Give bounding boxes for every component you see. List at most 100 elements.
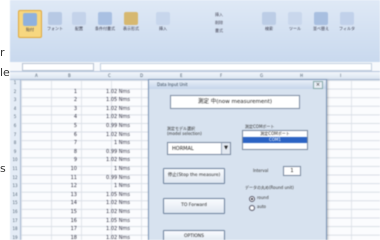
- table-cell[interactable]: 0.99 Nms: [90, 149, 130, 155]
- chevron-down-icon[interactable]: ▼: [221, 143, 230, 154]
- insert-button[interactable]: 挿入: [152, 10, 174, 36]
- tools-button[interactable]: ツール: [284, 10, 306, 36]
- sort-icon: [314, 12, 328, 25]
- table-cell[interactable]: 16: [55, 218, 77, 224]
- table-cell[interactable]: 5: [55, 123, 77, 129]
- find-button[interactable]: 検索: [258, 10, 280, 36]
- row-number[interactable]: 18: [10, 226, 20, 231]
- row-number[interactable]: 14: [10, 192, 20, 197]
- row-number[interactable]: 9: [10, 149, 20, 154]
- table-cell[interactable]: 7: [55, 140, 77, 146]
- table-cell[interactable]: 1.02 Nms: [90, 89, 130, 95]
- row-number[interactable]: 4: [10, 106, 20, 111]
- align-button[interactable]: 配置: [68, 10, 90, 36]
- radio-round[interactable]: [249, 196, 255, 202]
- table-cell[interactable]: 12: [55, 183, 77, 189]
- ribbon-format-item[interactable]: 書式: [215, 28, 223, 34]
- table-cell[interactable]: 11: [55, 175, 77, 181]
- table-cell[interactable]: 6: [55, 132, 77, 138]
- forward-button[interactable]: TO Forward: [163, 198, 225, 214]
- column-header-g[interactable]: G: [260, 73, 263, 78]
- row-number[interactable]: 5: [10, 114, 20, 119]
- table-cell[interactable]: 4: [55, 114, 77, 120]
- row-number[interactable]: 16: [10, 209, 20, 214]
- table-cell[interactable]: 18: [55, 235, 77, 240]
- font-button[interactable]: フォント: [44, 10, 66, 36]
- table-cell[interactable]: 1.02 Nms: [90, 114, 130, 120]
- conditional-format-button[interactable]: 条件付書式: [94, 10, 116, 36]
- interval-field[interactable]: 1: [283, 166, 301, 176]
- column-header-d[interactable]: D: [140, 73, 143, 78]
- close-button[interactable]: ×: [313, 81, 323, 89]
- list-item-selected[interactable]: COM1: [243, 137, 307, 143]
- table-cell[interactable]: 14: [55, 200, 77, 206]
- paste-button[interactable]: 貼付: [18, 10, 42, 38]
- table-cell[interactable]: 1 Nms: [90, 140, 130, 146]
- table-cell[interactable]: 1.02 Nms: [90, 200, 130, 206]
- column-header-c[interactable]: C: [108, 73, 111, 78]
- column-header-a[interactable]: A: [35, 73, 38, 78]
- measurement-status: 測定 中(now measurement): [170, 95, 300, 109]
- table-cell[interactable]: 8: [55, 149, 77, 155]
- row-number[interactable]: 6: [10, 123, 20, 128]
- table-cell[interactable]: 0.99 Nms: [90, 123, 130, 129]
- column-header-b[interactable]: B: [68, 73, 71, 78]
- row-number[interactable]: 19: [10, 235, 20, 240]
- table-cell[interactable]: 1.05 Nms: [90, 97, 130, 103]
- column-header-e[interactable]: E: [180, 73, 183, 78]
- formula-input[interactable]: [100, 63, 372, 71]
- filter-button[interactable]: フィルタ: [336, 10, 358, 36]
- number-format-button[interactable]: 表示形式: [120, 10, 142, 36]
- table-cell[interactable]: 1.02 Nms: [90, 132, 130, 138]
- table-cell[interactable]: 1.05 Nms: [90, 192, 130, 198]
- ribbon-insert-item[interactable]: 挿入: [215, 12, 223, 18]
- table-cell[interactable]: 2: [55, 97, 77, 103]
- row-number[interactable]: 3: [10, 97, 20, 102]
- table-cell[interactable]: 17: [55, 226, 77, 232]
- search-icon: [262, 12, 276, 25]
- side-text-2: le: [0, 66, 10, 79]
- column-header-h[interactable]: H: [300, 73, 303, 78]
- table-cell[interactable]: 1.05 Nms: [90, 218, 130, 224]
- font-icon: [48, 12, 62, 25]
- table-cell[interactable]: 1.02 Nms: [90, 106, 130, 112]
- row-number[interactable]: 10: [10, 157, 20, 162]
- model-select[interactable]: HORMAL ▼: [167, 142, 231, 155]
- stop-measure-button[interactable]: 停止(Stop the measure): [163, 168, 225, 184]
- ribbon-delete-item[interactable]: 削除: [215, 20, 223, 26]
- table-row: 11 10 1 Nms: [10, 166, 150, 174]
- column-header-i[interactable]: I: [340, 73, 341, 78]
- row-number[interactable]: 1: [10, 80, 20, 85]
- table-cell[interactable]: 3: [55, 106, 77, 112]
- table-row: 19 18 1.02 Nms: [10, 235, 150, 240]
- row-number[interactable]: 13: [10, 183, 20, 188]
- table-cell[interactable]: 1: [55, 89, 77, 95]
- radio-auto[interactable]: [249, 205, 255, 211]
- row-number[interactable]: 7: [10, 132, 20, 137]
- table-cell[interactable]: 1.02 Nms: [90, 209, 130, 215]
- table-cell[interactable]: 9: [55, 157, 77, 163]
- table-cell[interactable]: 1.02 Nms: [90, 235, 130, 240]
- row-number[interactable]: 11: [10, 166, 20, 171]
- table-row: 7 6 1.02 Nms: [10, 132, 150, 140]
- row-number[interactable]: 12: [10, 175, 20, 180]
- sort-button[interactable]: 並べ替え: [310, 10, 332, 36]
- com-port-list[interactable]: 測定COMポート COM1: [242, 130, 308, 150]
- table-cell[interactable]: 1.02 Nms: [90, 157, 130, 163]
- column-header-f[interactable]: F: [220, 73, 222, 78]
- table-row: 9 8 0.99 Nms: [10, 149, 150, 157]
- name-box[interactable]: [22, 63, 94, 71]
- table-cell[interactable]: 13: [55, 192, 77, 198]
- row-number[interactable]: 15: [10, 200, 20, 205]
- row-number[interactable]: 17: [10, 218, 20, 223]
- row-number[interactable]: 2: [10, 89, 20, 94]
- table-cell[interactable]: 10: [55, 166, 77, 172]
- table-cell[interactable]: 1 Nms: [90, 183, 130, 189]
- table-cell[interactable]: 0.99 Nms: [90, 175, 130, 181]
- clipboard-icon: [23, 13, 37, 26]
- table-cell[interactable]: 1.02 Nms: [90, 226, 130, 232]
- table-cell[interactable]: 1 Nms: [90, 166, 130, 172]
- options-button[interactable]: OPTIONS: [163, 230, 225, 240]
- row-number[interactable]: 8: [10, 140, 20, 145]
- table-cell[interactable]: 15: [55, 209, 77, 215]
